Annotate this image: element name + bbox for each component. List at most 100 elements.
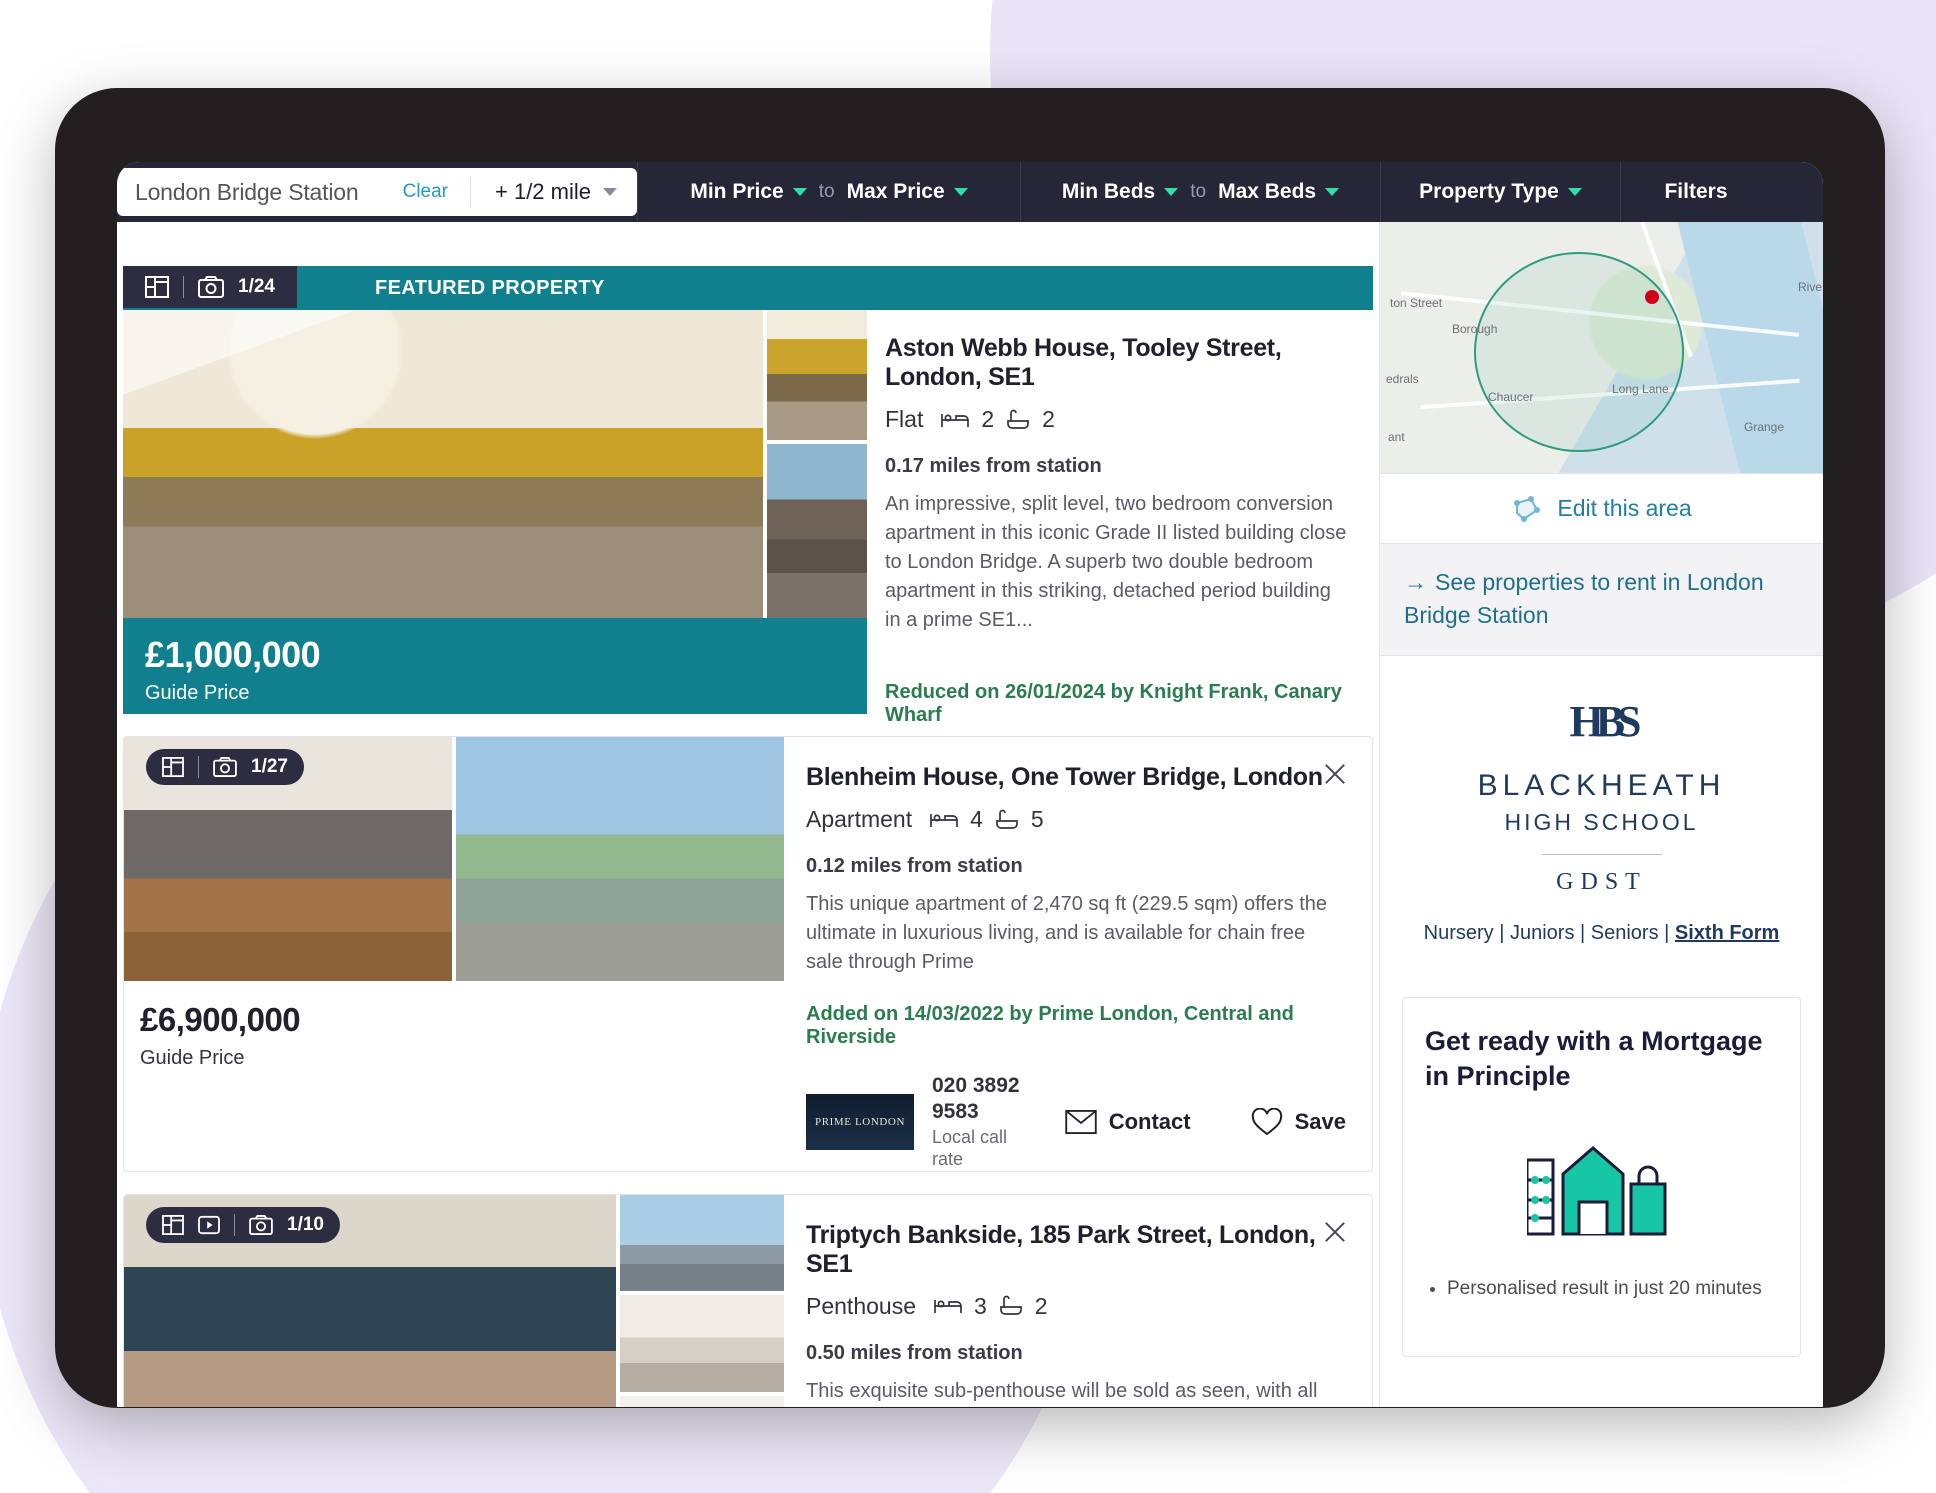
house-abacus-icon xyxy=(1526,1145,1666,1236)
listing-title[interactable]: Blenheim House, One Tower Bridge, London xyxy=(806,763,1346,792)
chevron-down-icon xyxy=(1325,188,1340,196)
listing-photo-main[interactable] xyxy=(123,266,763,618)
media-badges[interactable]: 1/10 xyxy=(146,1206,340,1243)
listing-media: 1/10 xyxy=(124,1194,784,1407)
featured-banner xyxy=(123,266,1373,310)
listing-title[interactable]: Aston Webb House, Tooley Street, London,… xyxy=(885,334,1347,392)
rent-promo-panel[interactable]: → See properties to rent in London Bridge… xyxy=(1380,544,1823,656)
listing-photo-thumbs xyxy=(620,1194,784,1407)
listing-photo-thumb[interactable] xyxy=(620,1395,784,1407)
price-to-label: to xyxy=(818,181,835,202)
distance-from-station: 0.17 miles from station xyxy=(885,455,1102,477)
school-link-nursery[interactable]: Nursery xyxy=(1424,922,1494,944)
chevron-down-icon xyxy=(792,188,807,196)
floorplan-icon[interactable] xyxy=(162,1214,184,1235)
advertisement-blackheath[interactable]: HBS BLACKHEATH HIGH SCHOOL GDST Nursery … xyxy=(1380,656,1823,971)
bath-icon xyxy=(1006,409,1030,431)
beds-count: 2 xyxy=(981,406,995,432)
map-radius-circle xyxy=(1474,252,1684,452)
baths-count: 5 xyxy=(1030,806,1044,832)
listing-card-featured[interactable]: 1/24 FEATURED PROPERTY £1,000,000 Guide … xyxy=(123,266,1373,845)
listing-photo-thumb[interactable] xyxy=(456,737,784,981)
floorplan-icon[interactable] xyxy=(162,757,184,777)
property-type-control[interactable]: Property Type xyxy=(1419,180,1582,204)
min-price-label: Min Price xyxy=(690,180,784,203)
links-sep: | xyxy=(1574,921,1591,944)
beds-to-label: to xyxy=(1190,181,1207,202)
listing-price: £6,900,000 xyxy=(140,1001,301,1038)
map-label: Borough xyxy=(1452,322,1498,336)
listing-description: This exquisite sub-penthouse will be sol… xyxy=(806,1379,1318,1402)
listing-photo-thumb[interactable] xyxy=(620,1194,784,1292)
mortgage-in-principle-panel[interactable]: Get ready with a Mortgage in Principle •… xyxy=(1402,996,1801,1357)
links-sep: | xyxy=(1658,921,1675,944)
map-label: Rive xyxy=(1798,280,1823,294)
max-beds-dropdown[interactable]: Max Beds xyxy=(1218,180,1340,204)
radius-select[interactable]: + 1/2 mile xyxy=(470,177,637,207)
rent-link[interactable]: → See properties to rent in London Bridge… xyxy=(1404,566,1799,633)
save-button[interactable]: Save xyxy=(1251,1107,1346,1136)
heart-icon xyxy=(1251,1107,1282,1136)
search-input[interactable]: London Bridge Station xyxy=(135,179,393,206)
bed-icon xyxy=(934,1296,962,1316)
map-marker xyxy=(1645,290,1659,304)
floorplan-icon[interactable] xyxy=(145,276,169,298)
filters-button[interactable]: Filters xyxy=(1621,162,1771,222)
sidebar: ton Street Borough edrals Chaucer Long L… xyxy=(1379,222,1823,1407)
mortgage-title: Get ready with a Mortgage in Principle xyxy=(1425,1025,1763,1091)
camera-icon[interactable] xyxy=(249,1214,273,1235)
school-subtitle: HIGH SCHOOL xyxy=(1504,808,1699,835)
close-icon[interactable] xyxy=(1320,1217,1350,1247)
property-type-dropdown[interactable]: Property Type xyxy=(1381,162,1621,222)
map-preview[interactable]: ton Street Borough edrals Chaucer Long L… xyxy=(1380,222,1823,474)
school-link-sixth-form[interactable]: Sixth Form xyxy=(1675,922,1779,944)
map-label: Grange xyxy=(1744,420,1785,434)
price-filter-group: Min Price to Max Price xyxy=(637,162,1021,222)
school-name: BLACKHEATH xyxy=(1477,768,1726,802)
close-icon[interactable] xyxy=(1320,759,1350,789)
listing-title[interactable]: Triptych Bankside, 185 Park Street, Lond… xyxy=(806,1221,1346,1279)
listing-photo-thumb[interactable] xyxy=(620,1295,784,1392)
save-label: Save xyxy=(1294,1108,1346,1134)
listing-card[interactable]: 1/27 £6,900,000 Guide Price Blenheim Hou… xyxy=(123,736,1373,1172)
search-filter-bar: London Bridge Station Clear + 1/2 mile M… xyxy=(117,162,1823,222)
edit-this-area-button[interactable]: Edit this area xyxy=(1380,474,1823,544)
media-badges[interactable]: 1/24 xyxy=(123,266,297,308)
beds-count: 4 xyxy=(970,806,983,832)
school-group: GDST xyxy=(1556,868,1647,895)
results-list: 1/24 FEATURED PROPERTY £1,000,000 Guide … xyxy=(117,222,1379,1407)
agent-logo-prime-london[interactable]: PRIME LONDON xyxy=(806,1093,914,1150)
property-type-value: Flat xyxy=(885,406,924,432)
price-strip: £6,900,000 Guide Price xyxy=(124,981,784,1083)
listing-status: Reduced on 26/01/2024 by Knight Frank, C… xyxy=(885,681,1342,726)
max-price-label: Max Price xyxy=(846,180,945,203)
radius-label: + 1/2 mile xyxy=(495,179,591,204)
listing-attributes: Flat 2 2 xyxy=(885,406,1347,433)
camera-icon[interactable] xyxy=(198,276,224,298)
map-label: Chaucer xyxy=(1488,390,1534,404)
divider xyxy=(1541,853,1662,855)
polygon-edit-icon xyxy=(1514,495,1541,522)
mortgage-bullets: Personalised result in just 20 minutes xyxy=(1425,1278,1778,1300)
beds-count: 3 xyxy=(973,1292,987,1319)
media-badges[interactable]: 1/27 xyxy=(146,749,304,785)
contact-button[interactable]: Contact xyxy=(1065,1109,1191,1135)
school-links[interactable]: Nursery | Juniors | Seniors | Sixth Form xyxy=(1400,922,1803,945)
photo-count: 1/10 xyxy=(287,1213,324,1235)
camera-icon[interactable] xyxy=(213,757,237,777)
video-play-icon[interactable] xyxy=(198,1215,220,1235)
agent-phone[interactable]: 020 3892 9583 Local call rate xyxy=(932,1073,1037,1171)
badge-divider xyxy=(198,756,199,778)
clear-button[interactable]: Clear xyxy=(393,181,470,203)
min-price-dropdown[interactable]: Min Price xyxy=(690,180,807,204)
listing-card[interactable]: 1/10 Triptych Bankside, 185 Park Street,… xyxy=(123,1193,1373,1407)
min-beds-dropdown[interactable]: Min Beds xyxy=(1062,180,1179,204)
property-type-value: Apartment xyxy=(806,806,913,832)
featured-property-label: FEATURED PROPERTY xyxy=(375,276,605,299)
property-type-label: Property Type xyxy=(1419,180,1559,203)
school-link-seniors[interactable]: Seniors xyxy=(1591,922,1659,944)
school-link-juniors[interactable]: Juniors xyxy=(1510,922,1574,944)
page-content: 1/24 FEATURED PROPERTY £1,000,000 Guide … xyxy=(117,222,1823,1407)
max-price-dropdown[interactable]: Max Price xyxy=(847,180,968,204)
location-search-box[interactable]: London Bridge Station Clear + 1/2 mile xyxy=(117,168,637,216)
